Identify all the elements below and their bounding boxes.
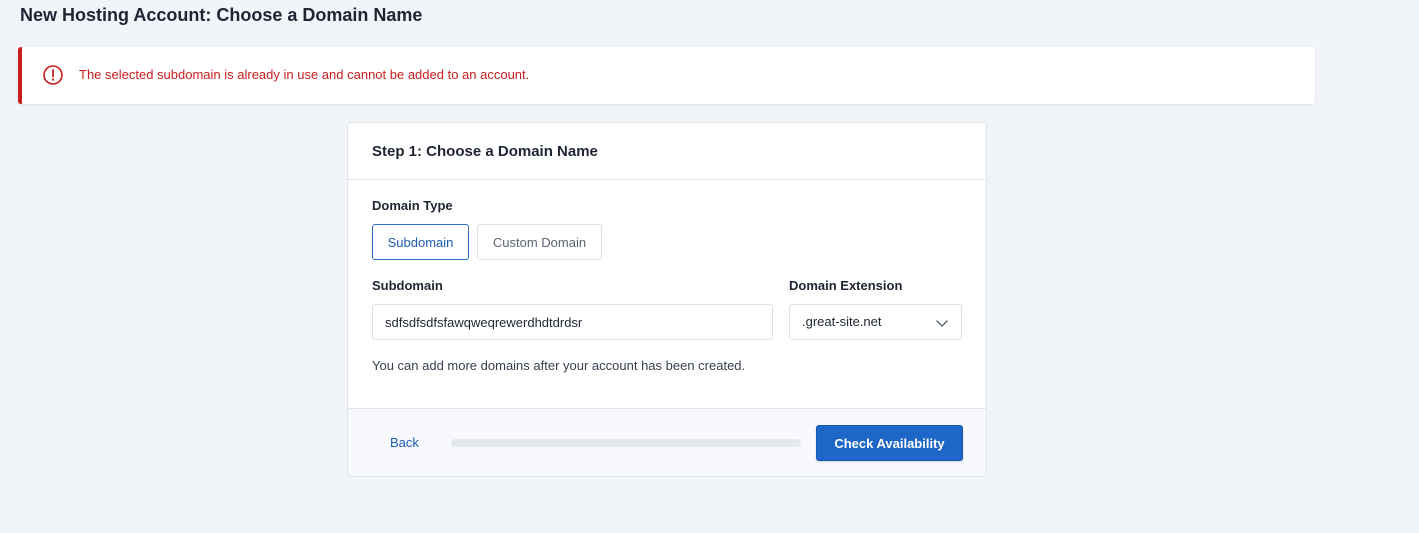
- progress-bar: [451, 439, 801, 447]
- help-text: You can add more domains after your acco…: [372, 358, 746, 373]
- chevron-down-icon: [936, 320, 948, 327]
- step-title: Step 1: Choose a Domain Name: [372, 142, 598, 160]
- card-footer: Back Check Availability: [348, 408, 986, 476]
- error-message: The selected subdomain is already in use…: [79, 67, 530, 82]
- domain-step-card: Step 1: Choose a Domain Name Domain Type…: [347, 122, 987, 477]
- domain-extension-select[interactable]: .great-site.net: [789, 304, 962, 340]
- exclamation-circle-icon: [43, 65, 63, 85]
- subdomain-input[interactable]: [372, 304, 773, 340]
- card-body: Domain Type Subdomain Custom Domain Subd…: [348, 180, 986, 408]
- back-link[interactable]: Back: [390, 435, 419, 450]
- custom-domain-type-button[interactable]: Custom Domain: [477, 224, 602, 260]
- subdomain-label: Subdomain: [372, 278, 443, 293]
- domain-extension-label: Domain Extension: [789, 278, 903, 293]
- domain-type-label: Domain Type: [372, 198, 453, 213]
- subdomain-type-button[interactable]: Subdomain: [372, 224, 469, 260]
- check-availability-button[interactable]: Check Availability: [816, 425, 963, 461]
- card-header: Step 1: Choose a Domain Name: [348, 123, 986, 180]
- domain-extension-value: .great-site.net: [802, 314, 882, 329]
- error-alert: The selected subdomain is already in use…: [18, 47, 1315, 104]
- page-title: New Hosting Account: Choose a Domain Nam…: [20, 5, 423, 25]
